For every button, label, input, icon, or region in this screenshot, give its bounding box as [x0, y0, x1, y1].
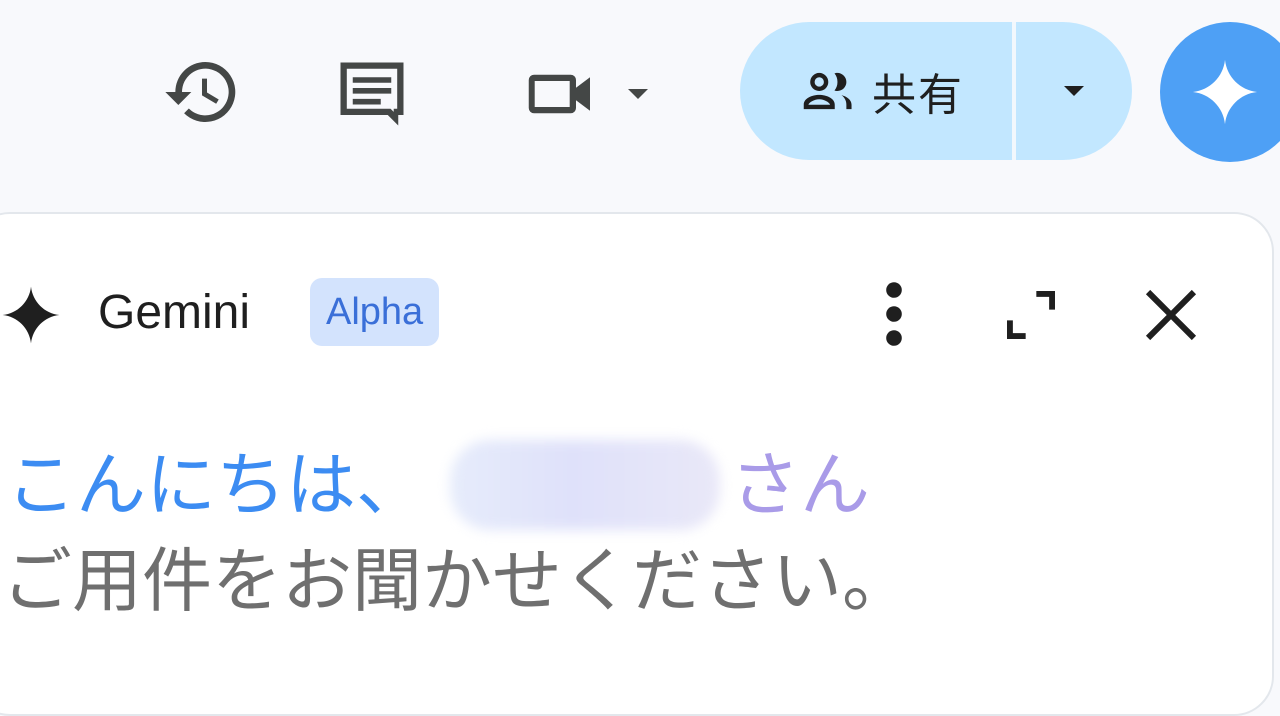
alpha-badge: Alpha: [310, 278, 440, 346]
gemini-spark-icon: [2, 286, 60, 344]
greeting-suffix: さん: [730, 444, 870, 526]
close-button[interactable]: [1136, 280, 1206, 350]
gemini-button[interactable]: [1160, 22, 1280, 162]
greeting: こんにちは、 さん: [6, 440, 870, 530]
expand-icon: [1007, 291, 1055, 339]
chevron-down-icon: [628, 89, 648, 99]
people-icon: [803, 72, 852, 110]
prompt-text: ご用件をお聞かせください。: [2, 540, 912, 622]
video-camera-icon: [528, 74, 590, 114]
share-button[interactable]: 共有: [740, 22, 1012, 160]
top-toolbar: 共有: [0, 0, 1280, 212]
more-vert-icon: [886, 282, 902, 346]
gemini-spark-icon: [1192, 59, 1258, 125]
close-icon: [1145, 289, 1197, 341]
greeting-hello: こんにちは、: [6, 444, 426, 526]
share-label: 共有: [872, 70, 964, 121]
version-history-button[interactable]: [160, 50, 244, 134]
expand-button[interactable]: [996, 280, 1066, 350]
history-icon: [165, 62, 236, 122]
comments-icon: [340, 62, 404, 126]
user-name-redacted: [450, 440, 720, 530]
comments-button[interactable]: [330, 52, 414, 136]
meet-button[interactable]: [520, 52, 670, 136]
share-options-button[interactable]: [1016, 22, 1132, 160]
more-options-button[interactable]: [862, 278, 926, 350]
panel-title: Gemini: [98, 286, 251, 339]
chevron-down-icon: [1064, 86, 1084, 96]
